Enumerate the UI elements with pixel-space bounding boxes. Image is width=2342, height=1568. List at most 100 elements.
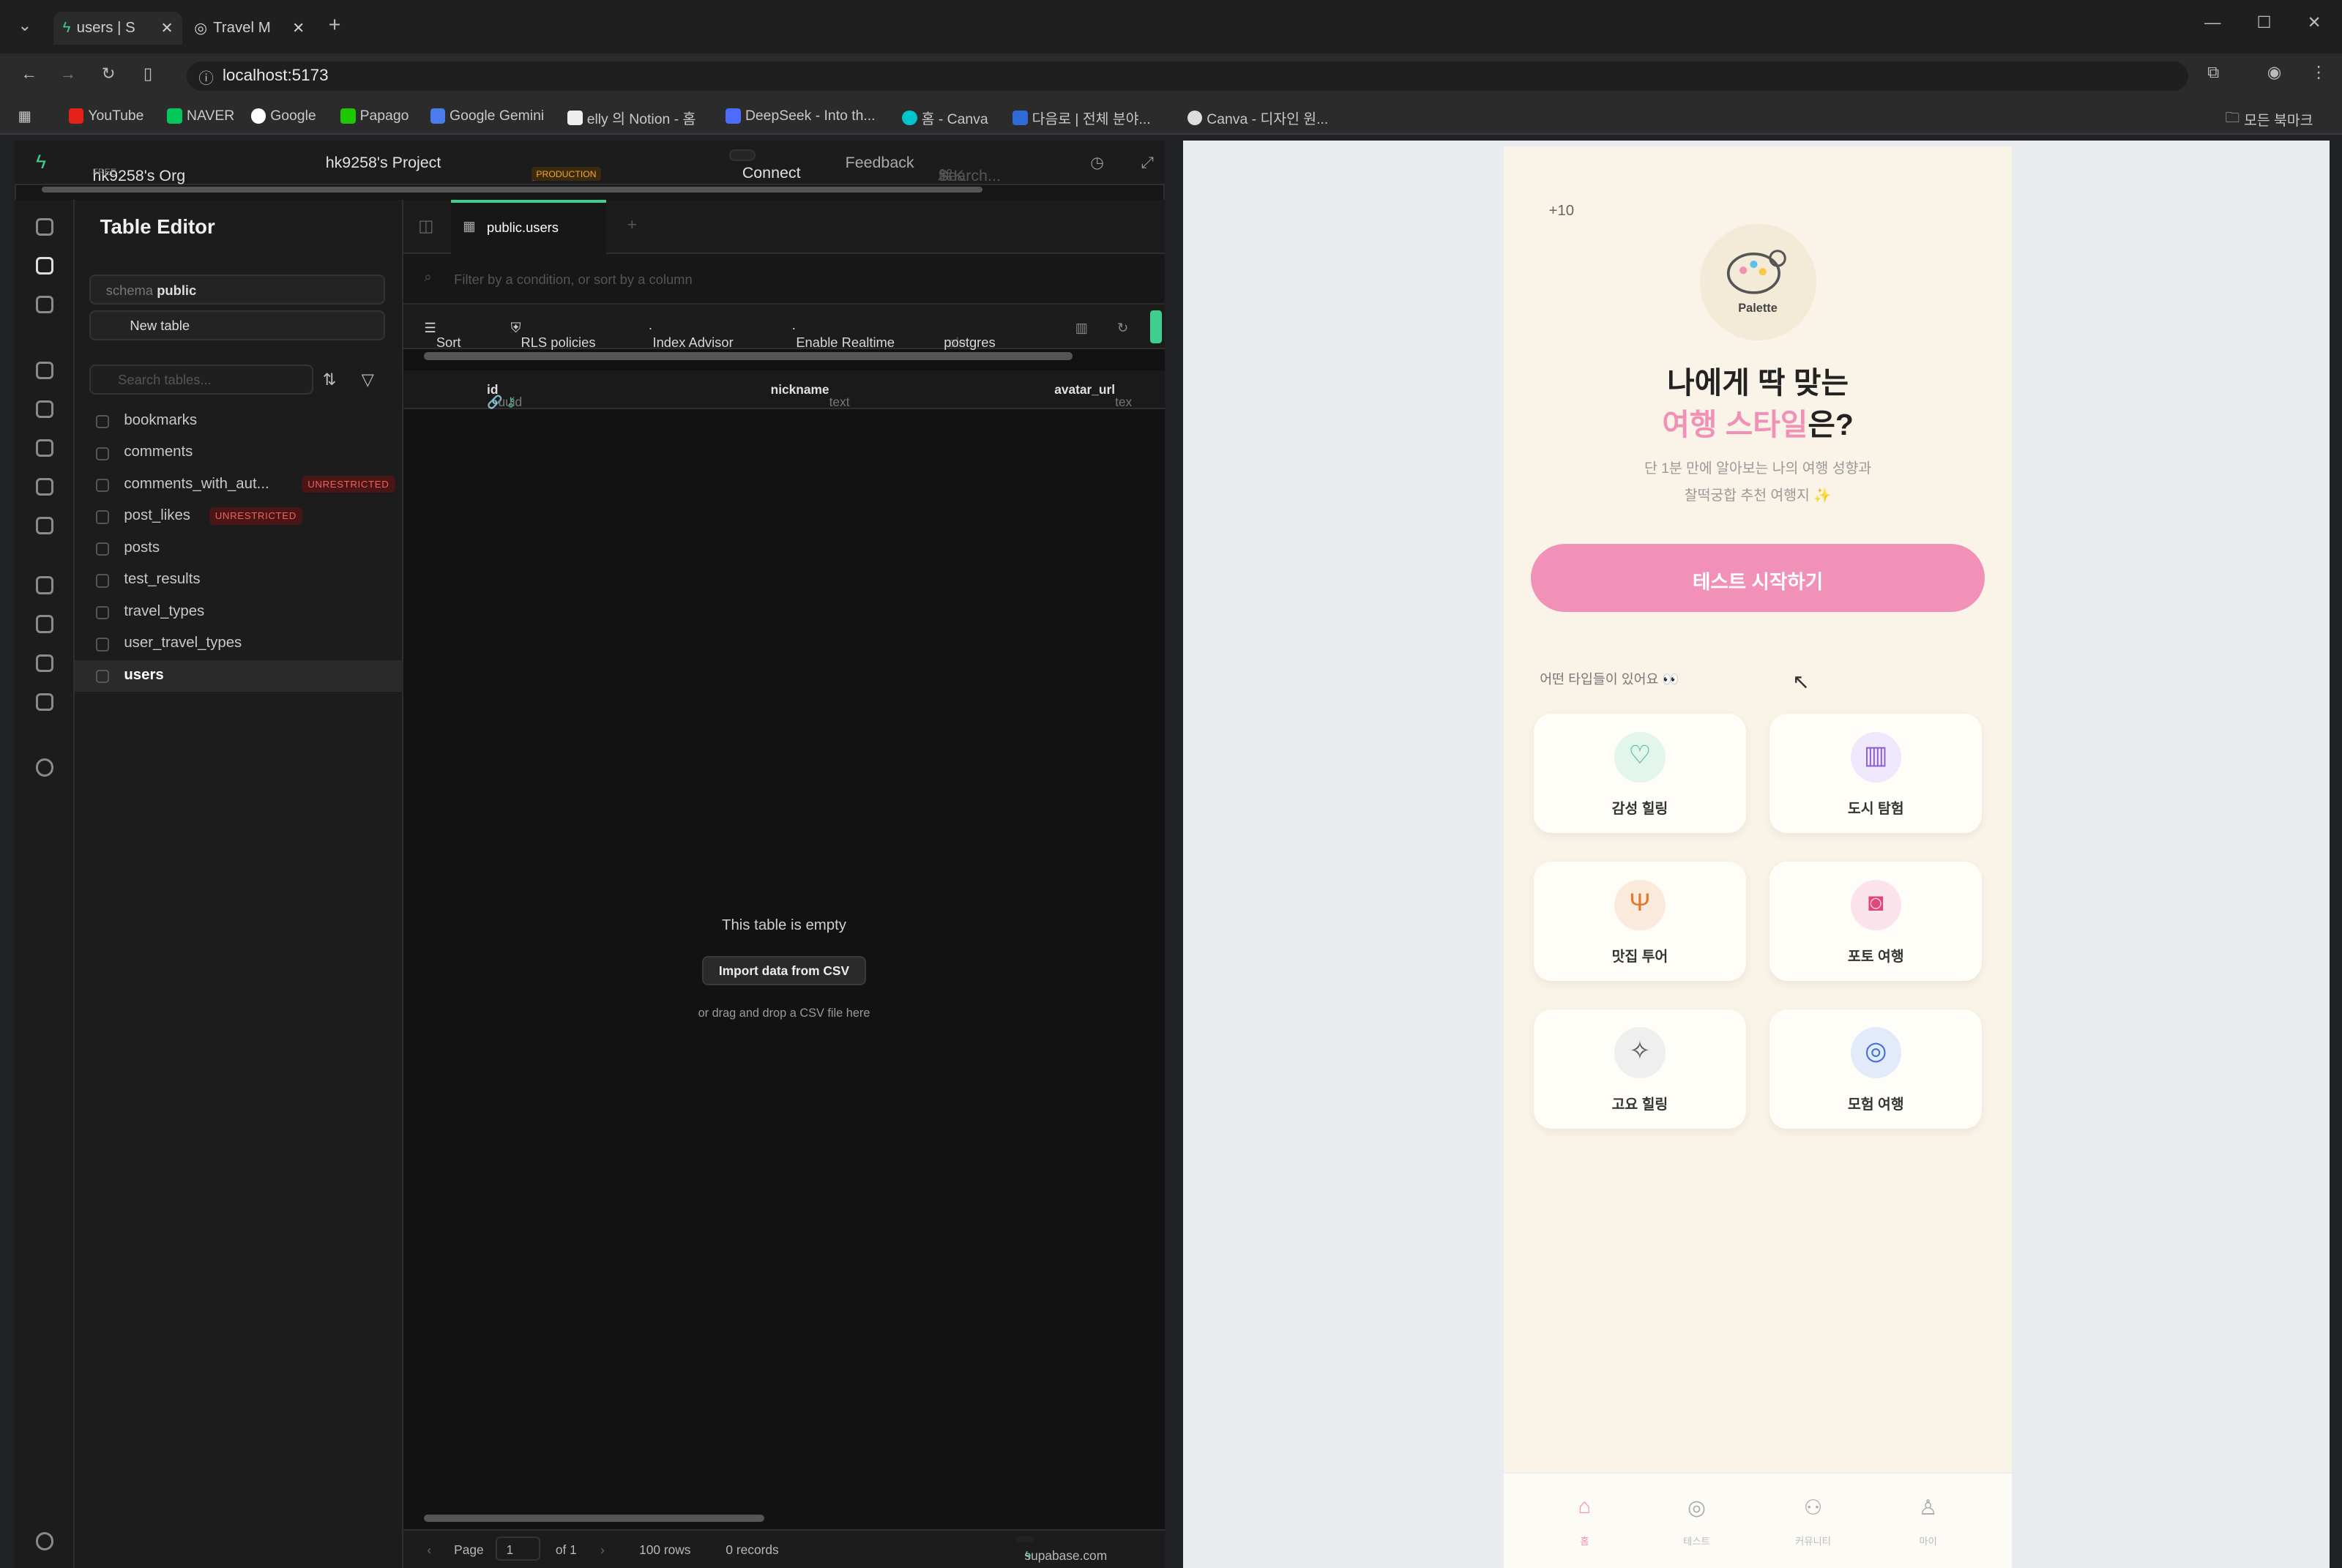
type-card[interactable]: ◙ 포토 여행 (1769, 862, 1983, 982)
new-tab-icon[interactable]: + (627, 215, 637, 234)
browser-tab-users[interactable]: ϟ users | S ✕ (53, 12, 182, 45)
bookmark-canva[interactable]: 홈 - Canva (902, 108, 988, 128)
bookmark-deepseek[interactable]: DeepSeek - Into th... (726, 108, 876, 124)
database-icon[interactable] (35, 361, 54, 380)
logs-icon[interactable] (35, 654, 54, 672)
index-advisor-button[interactable]: · Index Advisor (648, 320, 733, 350)
rls-policies-button[interactable]: ⛨ RLS policies (511, 320, 596, 350)
all-bookmarks[interactable]: 🗀 모든 북마크 (2226, 108, 2313, 132)
storage-icon[interactable] (35, 438, 54, 458)
sidebar-item-travel_types[interactable]: travel_types (75, 597, 403, 629)
supabase-logo-icon[interactable]: ϟ (36, 151, 46, 173)
import-csv-button[interactable]: Import data from CSV (701, 955, 867, 986)
filter-input[interactable]: ⌕ Filter by a condition, or sort by a col… (403, 253, 1166, 305)
enable-realtime-button[interactable]: · Enable Realtime (791, 320, 895, 350)
column-header-nickname[interactable]: nickname text (771, 382, 850, 408)
sidebar-item-comments[interactable]: comments (75, 438, 403, 469)
bookmark-gemini[interactable]: Google Gemini (430, 108, 544, 124)
type-card[interactable]: ✧ 고요 힐링 (1534, 1009, 1746, 1130)
realtime-icon[interactable] (35, 516, 54, 535)
advisors-icon[interactable] (35, 576, 54, 594)
type-card[interactable]: ♡ 감성 힐링 (1534, 714, 1746, 834)
compass-icon[interactable]: ◎ (1667, 1495, 1727, 1520)
rows-per-page[interactable]: 100 rows (639, 1542, 690, 1558)
schema-selector[interactable]: schema public (89, 275, 386, 305)
sidebar-item-bookmarks[interactable]: bookmarks (75, 406, 403, 438)
auth-icon[interactable] (35, 400, 54, 419)
column-header-avatar-url[interactable]: avatar_url tex (1054, 382, 1132, 408)
home-icon[interactable]: ⌂ (1555, 1495, 1615, 1519)
page-input[interactable]: 1 (496, 1537, 541, 1561)
window-close-icon[interactable]: ✕ (2308, 13, 2322, 32)
help-icon[interactable]: ◷ (1090, 154, 1104, 172)
feedback-button[interactable]: Feedback (846, 154, 914, 172)
close-icon[interactable]: ✕ (292, 19, 305, 37)
start-test-button[interactable]: 테스트 시작하기 (1530, 543, 1985, 613)
sidebar-item-user_travel_types[interactable]: user_travel_types (75, 629, 403, 660)
tab-public-users[interactable]: ▦ public.users (451, 200, 607, 254)
new-tab-icon[interactable]: + (329, 13, 341, 37)
bookmark-notion[interactable]: elly 의 Notion - 홈 (567, 108, 695, 128)
sidebar-item-comments_with_aut[interactable]: comments_with_aut... UNRESTRICTED (75, 470, 403, 501)
next-page-icon[interactable]: › (600, 1542, 605, 1558)
top-scrollbar[interactable] (42, 187, 983, 193)
extensions-icon[interactable]: ⧉ (2207, 63, 2219, 82)
sidebar-item-users[interactable]: users (75, 660, 403, 692)
supabase-domain-badge[interactable]: ϟ supabase.com (1015, 1537, 1107, 1563)
type-card[interactable]: ◎ 모험 여행 (1769, 1009, 1983, 1130)
minimize-icon[interactable]: — (2204, 13, 2220, 32)
bookmark-papago[interactable]: Papago (340, 108, 409, 124)
settings-icon[interactable] (35, 758, 54, 777)
sort-icon[interactable]: ⇅ (323, 370, 337, 389)
insert-button[interactable] (1149, 310, 1163, 344)
close-icon[interactable]: ✕ (161, 19, 174, 37)
sidebar-item-post_likes[interactable]: post_likes UNRESTRICTED (75, 501, 403, 533)
sort-button[interactable]: ☰ Sort (424, 320, 460, 350)
type-card[interactable]: ▥ 도시 탐험 (1769, 714, 1983, 834)
naver-icon (167, 108, 182, 124)
reload-icon[interactable]: ↻ (102, 64, 116, 83)
sidepanel-icon[interactable]: ▯ (143, 64, 152, 83)
column-header-id[interactable]: 🔗 ⚷ id uuid (487, 382, 522, 408)
url-field[interactable]: ⓘ localhost:5173 (187, 61, 2188, 92)
sidebar-item-test_results[interactable]: test_results (75, 565, 403, 597)
sidebar-item-posts[interactable]: posts (75, 534, 403, 565)
reports-icon[interactable] (35, 615, 54, 633)
browser-tab-travel[interactable]: ◎ Travel M ✕ (185, 12, 313, 45)
api-docs-icon[interactable] (35, 692, 54, 712)
prev-page-icon[interactable]: ‹ (427, 1542, 431, 1558)
search-tables-input[interactable]: Search tables... (89, 364, 314, 395)
grid-h-scrollbar-top[interactable] (424, 352, 1073, 360)
home-icon[interactable] (35, 217, 54, 236)
profile-icon[interactable]: ◉ (2267, 63, 2282, 82)
bookmark-google[interactable]: Google (250, 108, 316, 124)
bookmark-canva-design[interactable]: Canva - 디자인 원... (1187, 108, 1328, 128)
sql-editor-icon[interactable] (35, 295, 54, 314)
users-icon[interactable]: ⚇ (1783, 1495, 1843, 1520)
new-table-button[interactable]: New table (89, 310, 386, 341)
sidebar-toggle-icon[interactable]: ◫ (418, 217, 433, 236)
back-icon[interactable]: ← (21, 64, 37, 83)
site-info-icon[interactable]: ⓘ (198, 66, 213, 88)
person-icon[interactable]: ♙ (1898, 1495, 1958, 1520)
expand-icon[interactable]: ⤢ (1141, 154, 1154, 172)
bookmark-daum[interactable]: 다음로 | 전체 분야... (1012, 108, 1151, 128)
bookmark-naver[interactable]: NAVER (167, 108, 234, 124)
maximize-icon[interactable]: ☐ (2256, 13, 2271, 32)
table-editor-icon[interactable] (35, 256, 54, 275)
edge-functions-icon[interactable] (35, 477, 54, 496)
filter-icon[interactable]: ▽ (362, 370, 374, 389)
user-icon[interactable] (35, 1532, 54, 1550)
menu-icon[interactable]: ⋮ (2311, 63, 2327, 82)
project-selector[interactable]: hk9258's Project (326, 154, 441, 172)
grid-h-scrollbar[interactable] (424, 1514, 765, 1522)
tab-search-icon[interactable]: ⌄ (18, 16, 31, 35)
refresh-icon[interactable]: ↻ (1117, 320, 1128, 336)
papago-icon (340, 108, 356, 124)
columns-icon[interactable]: ▥ (1075, 320, 1088, 336)
apps-icon[interactable]: ▦ (18, 108, 31, 125)
bookmark-youtube[interactable]: YouTube (68, 108, 143, 124)
type-card[interactable]: Ψ 맛집 투어 (1534, 862, 1746, 982)
forward-icon[interactable]: → (60, 64, 76, 83)
connect-button[interactable]: Connect (728, 149, 801, 182)
